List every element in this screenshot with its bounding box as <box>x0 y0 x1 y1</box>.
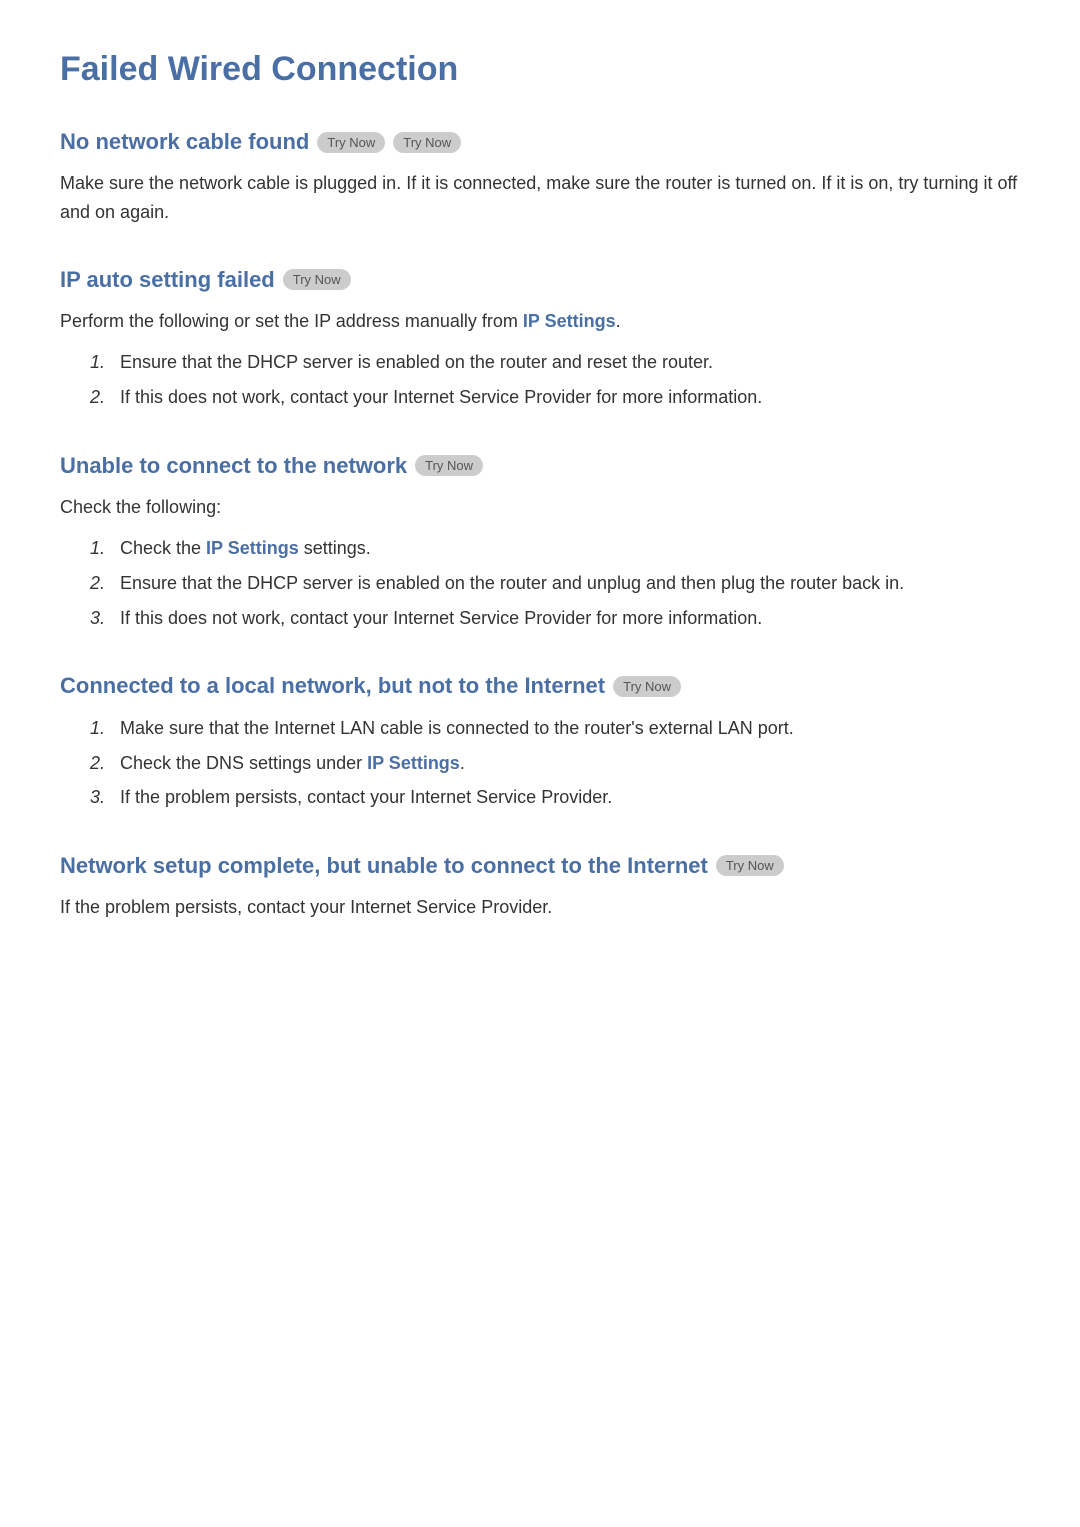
list-item: 3. If the problem persists, contact your… <box>90 782 1020 813</box>
section-list-unable-connect: 1. Check the IP Settings settings. 2. En… <box>60 533 1020 633</box>
section-title-local-network: Connected to a local network, but not to… <box>60 673 1020 699</box>
section-desc-unable-connect: Check the following: <box>60 493 1020 522</box>
list-item: 1. Ensure that the DHCP server is enable… <box>90 347 1020 378</box>
section-title-no-cable: No network cable found Try Now Try Now <box>60 129 1020 155</box>
page-title: Failed Wired Connection <box>60 50 1020 89</box>
try-now-button-1b[interactable]: Try Now <box>393 132 461 153</box>
try-now-button-1a[interactable]: Try Now <box>317 132 385 153</box>
ip-settings-link-2[interactable]: IP Settings <box>206 538 299 558</box>
list-item: 1. Make sure that the Internet LAN cable… <box>90 713 1020 744</box>
section-desc-no-cable: Make sure the network cable is plugged i… <box>60 169 1020 227</box>
section-title-setup-complete: Network setup complete, but unable to co… <box>60 853 1020 879</box>
section-ip-auto: IP auto setting failed Try Now Perform t… <box>60 267 1020 413</box>
try-now-button-3[interactable]: Try Now <box>415 455 483 476</box>
section-title-ip-auto: IP auto setting failed Try Now <box>60 267 1020 293</box>
section-title-unable-connect: Unable to connect to the network Try Now <box>60 453 1020 479</box>
section-desc-setup-complete: If the problem persists, contact your In… <box>60 893 1020 922</box>
list-item: 2. If this does not work, contact your I… <box>90 382 1020 413</box>
section-no-cable: No network cable found Try Now Try Now M… <box>60 129 1020 227</box>
ip-settings-link-1[interactable]: IP Settings <box>523 311 616 331</box>
try-now-button-4[interactable]: Try Now <box>613 676 681 697</box>
list-item: 1. Check the IP Settings settings. <box>90 533 1020 564</box>
list-item: 2. Check the DNS settings under IP Setti… <box>90 748 1020 779</box>
ip-settings-link-3[interactable]: IP Settings <box>367 753 460 773</box>
section-local-network: Connected to a local network, but not to… <box>60 673 1020 813</box>
list-item: 3. If this does not work, contact your I… <box>90 603 1020 634</box>
section-list-local-network: 1. Make sure that the Internet LAN cable… <box>60 713 1020 813</box>
try-now-button-2[interactable]: Try Now <box>283 269 351 290</box>
section-setup-complete: Network setup complete, but unable to co… <box>60 853 1020 922</box>
section-unable-connect: Unable to connect to the network Try Now… <box>60 453 1020 634</box>
section-list-ip-auto: 1. Ensure that the DHCP server is enable… <box>60 347 1020 412</box>
section-desc-ip-auto: Perform the following or set the IP addr… <box>60 307 1020 336</box>
try-now-button-5[interactable]: Try Now <box>716 855 784 876</box>
list-item: 2. Ensure that the DHCP server is enable… <box>90 568 1020 599</box>
